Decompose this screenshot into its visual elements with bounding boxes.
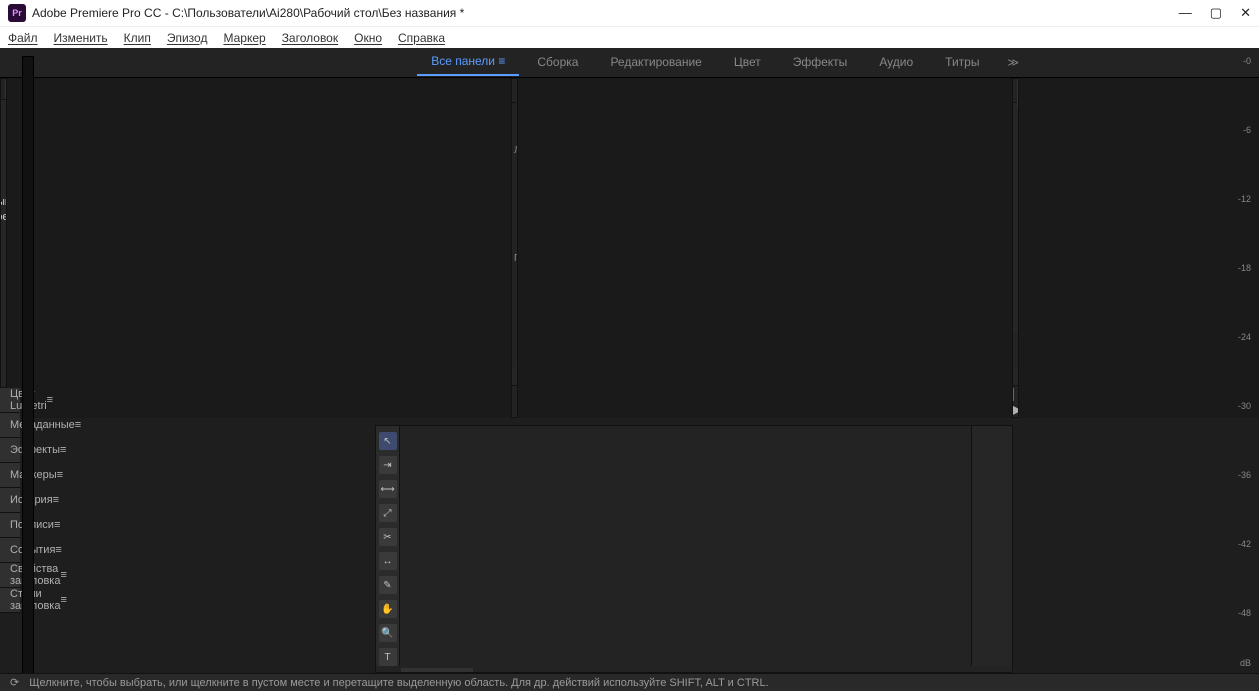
app-menubar: Файл Изменить Клип Эпизод Маркер Заголов…	[0, 26, 1259, 48]
program-panel: Программа: женя 1≡ Заголовок: (без назва…	[1012, 78, 1019, 418]
type-tool[interactable]: T	[379, 648, 397, 666]
close-button[interactable]: ✕	[1240, 5, 1251, 21]
info-panel: Информация ≡ женя 1.mp3 Тип:Аудио Аудио:…	[0, 78, 7, 388]
panel-title-styles[interactable]: Стили заголовка≡	[0, 588, 20, 613]
track-select-tool[interactable]: ⇥	[379, 456, 397, 474]
timeline-panel: ↖ ⇥ ⟷ ⤢ ✂ ↔ ✎ ✋ 🔍 T ✕ женя 1≡ 00;00;00;0…	[375, 425, 1012, 673]
statusbar: ⟳ Щелкните, чтобы выбрать, или щелкните …	[0, 673, 1259, 691]
workspace-titles[interactable]: Титры	[931, 50, 993, 75]
tool-palette: ↖ ⇥ ⟷ ⤢ ✂ ↔ ✎ ✋ 🔍 T	[376, 426, 400, 666]
program-transport: { } ◇ |◀ ◀| ▶ |▶ ▶| ⤴ ⤵ 📷 +	[1013, 385, 1018, 417]
menu-sequence[interactable]: Эпизод	[167, 31, 208, 45]
razor-tool[interactable]: ✂	[379, 528, 397, 546]
rate-stretch-tool[interactable]: ⤢	[379, 504, 397, 522]
panel-events[interactable]: События≡	[0, 538, 20, 563]
workspace-all-panels[interactable]: Все панели ≡	[417, 49, 519, 76]
panel-markers[interactable]: Маркеры≡	[0, 463, 20, 488]
menu-edit[interactable]: Изменить	[54, 31, 108, 45]
source-transport: { } ◇ |◀ ◀| ▶ |▶ ▶| ↻ ⇤ ⇥ 📷 +	[512, 385, 517, 417]
menu-window[interactable]: Окно	[354, 31, 382, 45]
minimize-button[interactable]: —	[1179, 5, 1192, 21]
tab-info[interactable]: Информация	[5, 79, 7, 99]
audio-meter: -0 -6 -12 -18 -24 -30 -36 -42 -48 dB	[971, 425, 1013, 673]
zoom-tool[interactable]: 🔍	[379, 624, 397, 642]
workspace-assembly[interactable]: Сборка	[523, 50, 592, 75]
window-titlebar: Pr Adobe Premiere Pro CC - C:\Пользовате…	[0, 0, 1259, 26]
menu-file[interactable]: Файл	[8, 31, 38, 45]
workspace-overflow[interactable]: ≫	[1007, 56, 1019, 69]
maximize-button[interactable]: ▢	[1210, 5, 1222, 21]
panel-title-props[interactable]: Свойства заголовка≡	[0, 563, 20, 588]
hand-tool[interactable]: ✋	[379, 600, 397, 618]
window-title: Adobe Premiere Pro CC - C:\Пользователи\…	[32, 6, 464, 20]
workspace-selector: Все панели ≡ Сборка Редактирование Цвет …	[0, 48, 1259, 78]
slip-tool[interactable]: ↔	[379, 552, 397, 570]
menu-help[interactable]: Справка	[398, 31, 445, 45]
workspace-color[interactable]: Цвет	[720, 50, 775, 75]
workspace-effects[interactable]: Эффекты	[779, 50, 862, 75]
source-waveform-view[interactable]: Л П	[512, 103, 517, 331]
panel-captions[interactable]: Подписи≡	[0, 513, 20, 538]
ripple-edit-tool[interactable]: ⟷	[379, 480, 397, 498]
prog-step-fwd[interactable]: |▶	[1012, 385, 1019, 418]
app-icon: Pr	[8, 4, 26, 22]
menu-title[interactable]: Заголовок	[282, 31, 338, 45]
workspace-audio[interactable]: Аудио	[865, 50, 927, 75]
panel-history[interactable]: История≡	[0, 488, 20, 513]
menu-clip[interactable]: Клип	[124, 31, 151, 45]
menu-marker[interactable]: Маркер	[223, 31, 265, 45]
panel-effects[interactable]: Эффекты≡	[0, 438, 20, 463]
hint-icon: ⟳	[10, 676, 19, 689]
statusbar-text: Щелкните, чтобы выбрать, или щелкните в …	[29, 677, 768, 689]
workspace-editing[interactable]: Редактирование	[596, 50, 715, 75]
panel-metadata[interactable]: Метаданные≡	[0, 413, 20, 438]
source-panel: Микшер аудиодорожек: женя 1 Источник: же…	[511, 78, 518, 418]
panel-lumetri[interactable]: Цвет Lumetri≡	[0, 388, 20, 413]
selection-tool[interactable]: ↖	[379, 432, 397, 450]
pen-tool[interactable]: ✎	[379, 576, 397, 594]
